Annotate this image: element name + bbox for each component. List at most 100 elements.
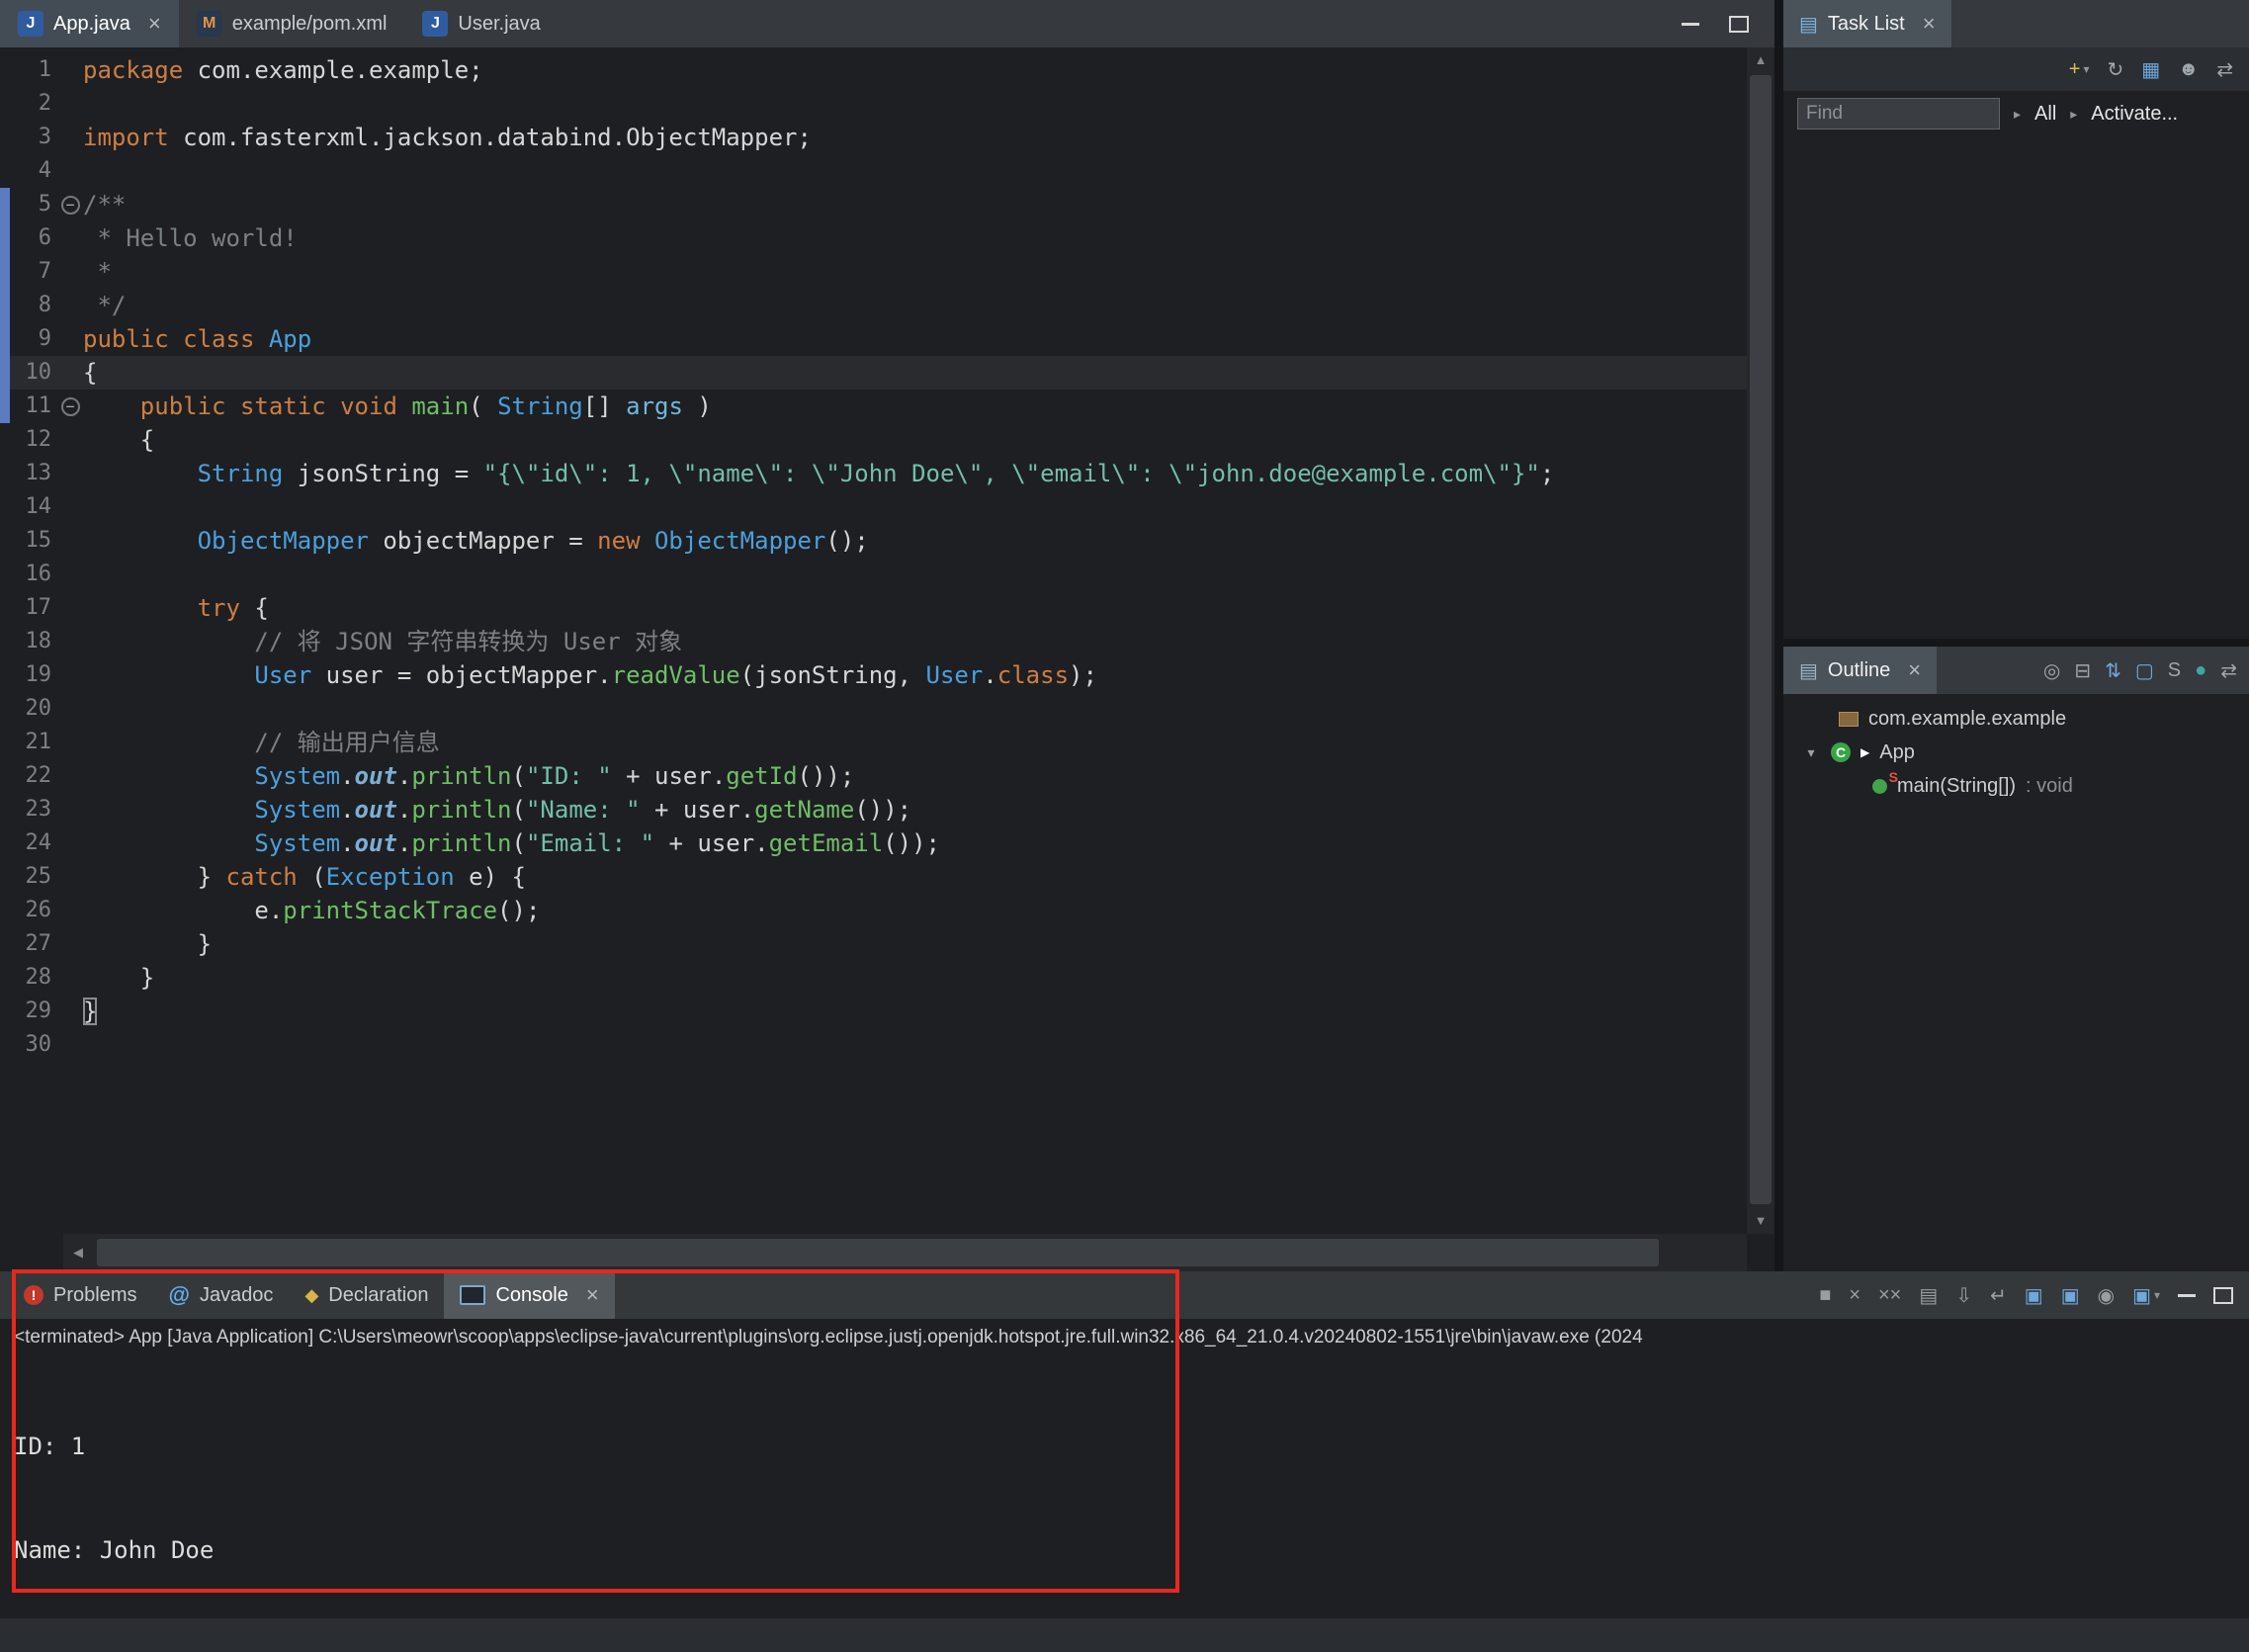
remove-all-launches-icon[interactable]: ×× — [1878, 1284, 1901, 1307]
categorize-icon[interactable]: ▦ — [2141, 57, 2160, 82]
code-line-30[interactable]: 30 — [0, 1028, 1747, 1062]
working-set-all-button[interactable]: All — [2034, 103, 2056, 126]
tab-console[interactable]: Console × — [444, 1271, 614, 1319]
hide-non-public-icon[interactable]: ● — [2195, 659, 2206, 682]
code-line-9[interactable]: 9public class App — [0, 322, 1747, 356]
scroll-lock-icon[interactable]: ⇩ — [1955, 1283, 1972, 1308]
code-line-1[interactable]: 1package com.example.example; — [0, 53, 1747, 87]
code-line-16[interactable]: 16 — [0, 558, 1747, 591]
horizontal-scrollbar-thumb[interactable] — [97, 1239, 1659, 1266]
focus-icon[interactable]: ◎ — [2043, 658, 2060, 683]
person-icon[interactable]: ☻ — [2178, 58, 2199, 81]
close-icon[interactable]: × — [148, 13, 161, 35]
code-line-2[interactable]: 2 — [0, 87, 1747, 121]
line-number: 19 — [0, 658, 57, 692]
tab-problems[interactable]: ! Problems — [8, 1271, 152, 1319]
code-editor[interactable]: 1package com.example.example;23import co… — [0, 47, 1747, 1234]
vertical-scrollbar-thumb[interactable] — [1750, 75, 1772, 1204]
clear-console-icon[interactable]: ▤ — [1919, 1283, 1938, 1308]
code-line-24[interactable]: 24 System.out.println("Email: " + user.g… — [0, 826, 1747, 860]
fold-gutter — [57, 87, 83, 121]
code-line-28[interactable]: 28 } — [0, 961, 1747, 995]
code-line-7[interactable]: 7 * — [0, 255, 1747, 289]
console-output[interactable]: ID: 1 Name: John Doe Email: john.doe@exa… — [0, 1356, 2249, 1652]
fold-marker-icon[interactable]: − — [57, 390, 83, 423]
maximize-icon[interactable] — [1729, 16, 1749, 33]
code-line-27[interactable]: 27 } — [0, 927, 1747, 961]
panel-divider-vertical[interactable] — [1774, 0, 1783, 1271]
word-wrap-icon[interactable]: ↵ — [1990, 1283, 2007, 1308]
fold-gutter — [57, 558, 83, 591]
link-with-editor-icon[interactable]: ⇄ — [2220, 658, 2237, 683]
scroll-down-icon[interactable]: ▼ — [1747, 1208, 1774, 1234]
tab-app-java[interactable]: J App.java × — [0, 0, 179, 47]
pin-console-icon[interactable]: ◉ — [2098, 1283, 2115, 1308]
find-input[interactable] — [1797, 98, 2000, 130]
code-line-19[interactable]: 19 User user = objectMapper.readValue(js… — [0, 658, 1747, 692]
code-line-13[interactable]: 13 String jsonString = "{\"id\": 1, \"na… — [0, 457, 1747, 490]
outline-item-package[interactable]: com.example.example — [1783, 702, 2249, 736]
line-number: 1 — [0, 53, 57, 87]
fold-gutter — [57, 423, 83, 457]
close-icon[interactable]: × — [586, 1284, 599, 1306]
code-line-6[interactable]: 6 * Hello world! — [0, 221, 1747, 255]
collapse-all-icon[interactable]: ⊟ — [2074, 658, 2091, 683]
code-line-8[interactable]: 8 */ — [0, 289, 1747, 322]
tab-outline[interactable]: ▤ Outline × — [1783, 647, 1937, 694]
code-line-5[interactable]: 5−/** — [0, 188, 1747, 221]
code-line-14[interactable]: 14 — [0, 490, 1747, 524]
synchronize-icon[interactable]: ↻ — [2108, 57, 2124, 82]
scroll-left-icon[interactable]: ◀ — [63, 1234, 93, 1271]
sort-icon[interactable]: ⇅ — [2105, 658, 2121, 683]
code-line-23[interactable]: 23 System.out.println("Name: " + user.ge… — [0, 793, 1747, 826]
panel-divider-horizontal[interactable] — [1783, 639, 2249, 647]
outline-item-method[interactable]: S main(String[]) : void — [1783, 769, 2249, 803]
remove-launch-icon[interactable]: × — [1849, 1284, 1860, 1307]
tree-expander-icon[interactable]: ▾ — [1801, 744, 1821, 761]
tasklist-body[interactable] — [1783, 136, 2249, 639]
tab-javadoc[interactable]: @ Javadoc — [152, 1271, 289, 1319]
tab-user-java[interactable]: J User.java — [404, 0, 558, 47]
tab-pom-xml[interactable]: M example/pom.xml — [179, 0, 405, 47]
new-task-icon[interactable]: + ▾ — [2069, 58, 2090, 81]
panel-minimize-icon[interactable] — [2178, 1294, 2196, 1297]
code-line-29[interactable]: 29} — [0, 995, 1747, 1028]
show-stdout-icon[interactable]: ▣ — [2025, 1283, 2043, 1308]
code-text: * — [83, 255, 1747, 289]
tab-declaration[interactable]: ◆ Declaration — [289, 1271, 444, 1319]
outline-item-class[interactable]: ▾ C ▶ App — [1783, 736, 2249, 769]
horizontal-scrollbar[interactable]: ◀ ▶ — [63, 1234, 1747, 1271]
close-icon[interactable]: × — [1923, 13, 1936, 35]
tab-label: App.java — [53, 13, 130, 36]
minimize-icon[interactable] — [1682, 23, 1699, 26]
code-line-20[interactable]: 20 — [0, 692, 1747, 726]
hide-static-members-icon[interactable]: S — [2168, 659, 2181, 682]
activate-button[interactable]: Activate... — [2091, 103, 2178, 126]
code-line-4[interactable]: 4 — [0, 154, 1747, 188]
code-line-26[interactable]: 26 e.printStackTrace(); — [0, 894, 1747, 927]
bottom-panel: ! Problems @ Javadoc ◆ Declaration Conso… — [0, 1271, 2249, 1652]
terminate-icon[interactable]: ■ — [1819, 1284, 1831, 1307]
scroll-up-icon[interactable]: ▲ — [1747, 47, 1774, 73]
code-line-21[interactable]: 21 // 输出用户信息 — [0, 726, 1747, 759]
code-line-10[interactable]: 10{ — [0, 356, 1747, 390]
vertical-scrollbar[interactable]: ▲ ▼ — [1747, 47, 1774, 1234]
display-console-icon[interactable]: ▣ ▾ — [2132, 1283, 2160, 1308]
code-line-17[interactable]: 17 try { — [0, 591, 1747, 625]
code-line-12[interactable]: 12 { — [0, 423, 1747, 457]
panel-maximize-icon[interactable] — [2213, 1287, 2233, 1304]
code-line-25[interactable]: 25 } catch (Exception e) { — [0, 860, 1747, 894]
tab-task-list[interactable]: ▤ Task List × — [1783, 0, 1951, 47]
code-line-3[interactable]: 3import com.fasterxml.jackson.databind.O… — [0, 121, 1747, 154]
code-line-15[interactable]: 15 ObjectMapper objectMapper = new Objec… — [0, 524, 1747, 558]
hide-fields-icon[interactable]: ▢ — [2135, 658, 2154, 683]
fold-marker-icon[interactable]: − — [57, 188, 83, 221]
code-line-11[interactable]: 11− public static void main( String[] ar… — [0, 390, 1747, 423]
code-line-22[interactable]: 22 System.out.println("ID: " + user.getI… — [0, 759, 1747, 793]
link-with-editor-icon[interactable]: ⇄ — [2216, 57, 2233, 82]
code-line-18[interactable]: 18 // 将 JSON 字符串转换为 User 对象 — [0, 625, 1747, 658]
chevron-right-icon: ▸ — [2070, 106, 2077, 123]
show-stderr-icon[interactable]: ▣ — [2061, 1283, 2080, 1308]
code-text: public class App — [83, 322, 1747, 356]
close-icon[interactable]: × — [1908, 659, 1921, 681]
